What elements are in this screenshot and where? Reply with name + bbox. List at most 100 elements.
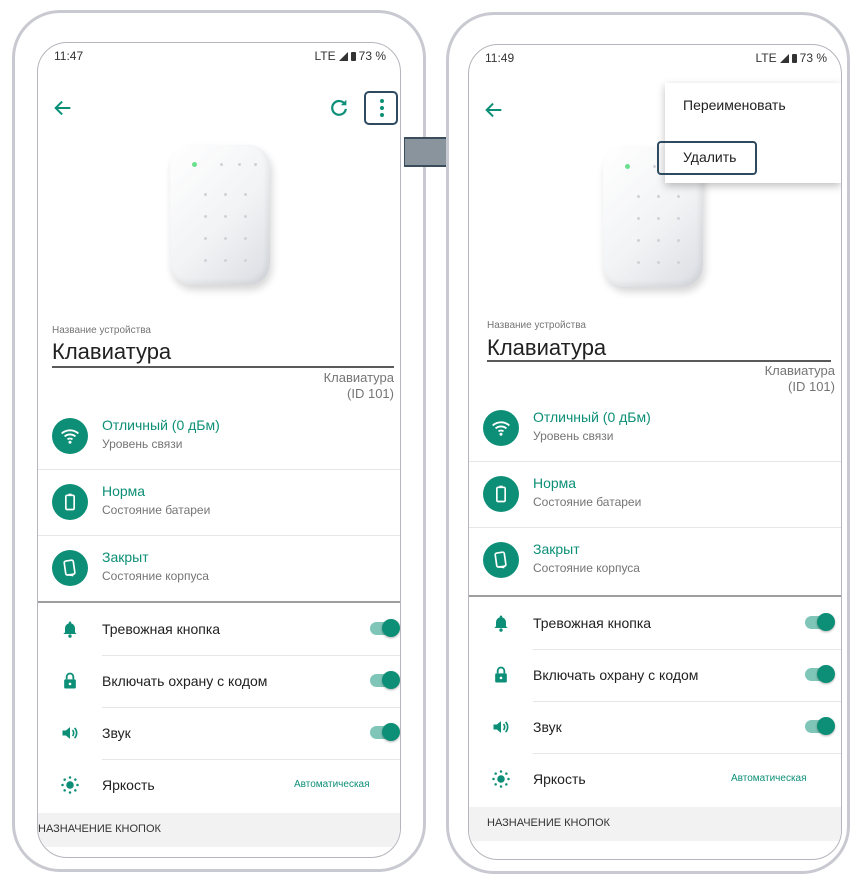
back-arrow-icon[interactable] (52, 97, 74, 119)
device-model: Клавиатура (ID 101) (324, 370, 394, 402)
model-id: (ID 101) (347, 386, 394, 401)
alarm-button-label: Тревожная кнопка (533, 615, 652, 631)
device-name-field[interactable]: Клавиатура (52, 339, 171, 365)
battery-value: Норма (533, 475, 577, 491)
wifi-icon (52, 418, 88, 454)
back-arrow-icon[interactable] (483, 99, 505, 121)
battery-state-row: Норма Состояние батареи (38, 469, 400, 536)
case-label: Состояние корпуса (102, 569, 209, 583)
alarm-button-toggle[interactable] (370, 619, 400, 637)
overflow-menu: Переименовать Удалить (657, 83, 841, 183)
wifi-icon (483, 410, 519, 446)
brightness-label: Яркость (533, 771, 586, 787)
sound-label: Звук (533, 719, 562, 735)
brightness-label: Яркость (102, 777, 155, 793)
section-header-label: НАЗНАЧЕНИЕ КНОПОК (487, 817, 610, 829)
sound-toggle[interactable] (805, 717, 835, 735)
brightness-icon (61, 776, 79, 794)
bell-icon (494, 615, 508, 632)
name-underline (52, 366, 394, 368)
bell-icon (63, 621, 77, 638)
status-bar: 11:49 LTE 73 % (485, 51, 827, 69)
brightness-row[interactable]: Яркость Автоматическая (38, 760, 400, 812)
model-id: (ID 101) (788, 379, 835, 394)
case-value: Закрыт (533, 541, 580, 557)
sound-toggle[interactable] (370, 723, 400, 741)
status-right: LTE 73 % (315, 49, 386, 63)
arm-with-code-row[interactable]: Включать охрану с кодом (469, 650, 841, 702)
battery-value: Норма (102, 483, 146, 499)
status-bar: 11:47 LTE 73 % (54, 49, 386, 67)
signal-level-row: Отличный (0 дБм) Уровень связи (469, 395, 841, 462)
alarm-button-row[interactable]: Тревожная кнопка (38, 604, 400, 656)
brightness-value[interactable]: Автоматическая (731, 773, 807, 784)
sound-row[interactable]: Звук (469, 702, 841, 754)
buttons-assignment-header: НАЗНАЧЕНИЕ КНОПОК (469, 807, 841, 841)
speaker-icon (62, 727, 78, 739)
alarm-button-row[interactable]: Тревожная кнопка (469, 598, 841, 650)
screen-left: 11:47 LTE 73 % Название устройства Клави… (37, 42, 401, 858)
network-label: LTE (314, 49, 336, 63)
brightness-row[interactable]: Яркость Автоматическая (469, 754, 841, 806)
delete-highlight-box (657, 141, 757, 175)
arm-with-code-toggle[interactable] (805, 665, 835, 683)
battery-percent: 73 % (799, 51, 827, 65)
network-label: LTE (755, 51, 777, 65)
battery-percent: 73 % (358, 49, 386, 63)
model-name: Клавиатура (764, 363, 835, 378)
lock-icon (64, 672, 76, 689)
status-right: LTE 73 % (756, 51, 827, 65)
case-icon (483, 542, 519, 578)
signal-value: Отличный (0 дБм) (102, 417, 220, 433)
section-divider (38, 601, 400, 603)
signal-label: Уровень связи (102, 437, 183, 451)
case-icon (52, 550, 88, 586)
battery-state-row: Норма Состояние батареи (469, 461, 841, 528)
battery-label: Состояние батареи (533, 495, 642, 509)
arm-with-code-toggle[interactable] (370, 671, 400, 689)
device-name-field[interactable]: Клавиатура (487, 335, 606, 361)
arm-with-code-row[interactable]: Включать охрану с кодом (38, 656, 400, 708)
alarm-button-toggle[interactable] (805, 613, 835, 631)
arm-with-code-label: Включать охрану с кодом (533, 667, 699, 683)
keypad-device-image (170, 145, 270, 285)
case-state-row: Закрыт Состояние корпуса (469, 527, 841, 593)
brightness-value[interactable]: Автоматическая (294, 779, 370, 790)
device-name-label: Название устройства (52, 325, 151, 336)
battery-icon (483, 476, 519, 512)
battery-label: Состояние батареи (102, 503, 211, 517)
menu-item-rename[interactable]: Переименовать (683, 97, 786, 113)
lock-icon (495, 666, 507, 683)
refresh-icon[interactable] (328, 97, 350, 119)
phone-left: 11:47 LTE 73 % Название устройства Клави… (12, 10, 426, 872)
screen-right: 11:49 LTE 73 % Переименовать Удалить Наз… (468, 44, 842, 860)
section-header-label: НАЗНАЧЕНИЕ КНОПОК (38, 823, 161, 835)
sound-row[interactable]: Звук (38, 708, 400, 760)
name-underline (487, 360, 831, 362)
status-time: 11:49 (485, 51, 515, 65)
case-label: Состояние корпуса (533, 561, 640, 575)
model-name: Клавиатура (323, 370, 394, 385)
signal-level-row: Отличный (0 дБм) Уровень связи (38, 403, 400, 470)
phone-right: 11:49 LTE 73 % Переименовать Удалить Наз… (446, 12, 850, 874)
signal-icon (338, 51, 348, 61)
brightness-icon (492, 770, 510, 788)
battery-icon (52, 484, 88, 520)
more-options-button[interactable] (364, 91, 398, 125)
signal-icon (779, 53, 789, 63)
section-divider (469, 595, 841, 597)
case-state-row: Закрыт Состояние корпуса (38, 535, 400, 601)
battery-status-icon (350, 51, 356, 61)
arm-with-code-label: Включать охрану с кодом (102, 673, 268, 689)
case-value: Закрыт (102, 549, 149, 565)
device-model: Клавиатура (ID 101) (765, 363, 835, 395)
signal-label: Уровень связи (533, 429, 614, 443)
status-time: 11:47 (54, 49, 84, 63)
battery-status-icon (791, 53, 797, 63)
device-name-label: Название устройства (487, 320, 586, 331)
sound-label: Звук (102, 725, 131, 741)
alarm-button-label: Тревожная кнопка (102, 621, 221, 637)
signal-value: Отличный (0 дБм) (533, 409, 651, 425)
speaker-icon (493, 721, 509, 733)
buttons-assignment-header: НАЗНАЧЕНИЕ КНОПОК (38, 813, 400, 847)
